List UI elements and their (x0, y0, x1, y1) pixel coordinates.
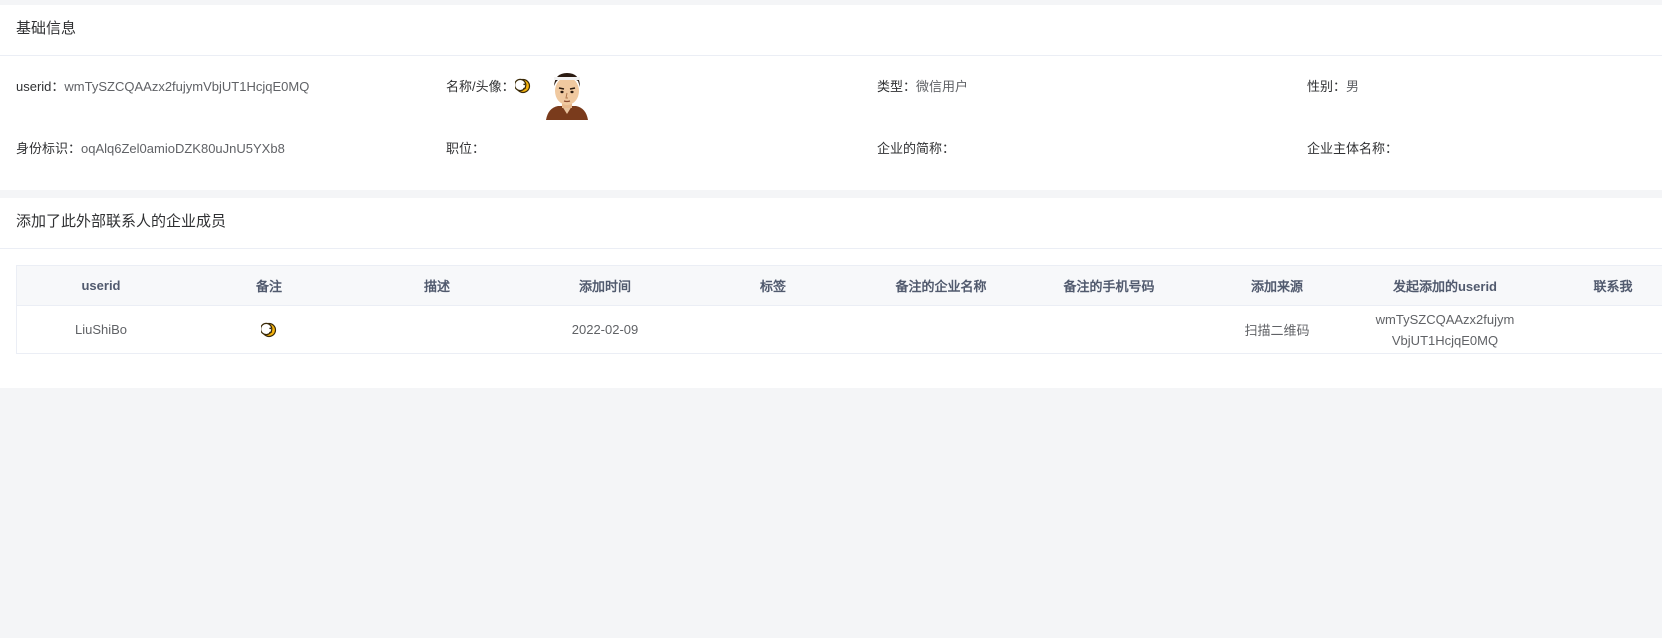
gender-label: 性别： (1307, 79, 1347, 94)
type-value: 微信用户 (916, 79, 969, 94)
position-label: 职位： (446, 141, 486, 156)
column-header-oper-userid[interactable]: 发起添加的userid (1361, 266, 1529, 305)
identity-value: oqAlq6Zel0amioDZK80uJnU5YXb8 (81, 141, 285, 156)
gender-field: 性别：男 (1307, 76, 1359, 95)
type-label: 类型： (877, 79, 917, 94)
basic-info-grid: userid：wmTySZCQAAzx2fujymVbjUT1HcjqE0MQ … (0, 56, 1662, 186)
table-header: userid 备注 描述 添加时间 标签 备注的企业名称 备注的手机号码 添加来… (17, 266, 1662, 306)
position-field: 职位： (446, 138, 485, 157)
crescent-moon-icon (514, 78, 530, 94)
members-title: 添加了此外部联系人的企业成员 (0, 198, 1662, 249)
cell-source: 扫描二维码 (1244, 323, 1310, 338)
userid-value: wmTySZCQAAzx2fujymVbjUT1HcjqE0MQ (64, 79, 310, 94)
column-header-userid[interactable]: userid (17, 266, 185, 305)
column-header-remark-mobile[interactable]: 备注的手机号码 (1025, 266, 1193, 305)
basic-info-title: 基础信息 (0, 5, 1662, 56)
identity-label: 身份标识： (16, 141, 82, 156)
column-header-add-time[interactable]: 添加时间 (521, 266, 689, 305)
cell-remark-mobile (1025, 306, 1193, 353)
basic-info-card: 基础信息 userid：wmTySZCQAAzx2fujymVbjUT1Hcjq… (0, 5, 1662, 190)
identity-field: 身份标识：oqAlq6Zel0amioDZK80uJnU5YXb8 (16, 138, 285, 157)
cell-remark-corp (857, 306, 1025, 353)
gender-value: 男 (1346, 79, 1360, 94)
corp-full-name-label: 企业主体名称： (1307, 141, 1399, 156)
column-header-remark-corp[interactable]: 备注的企业名称 (857, 266, 1025, 305)
column-header-source[interactable]: 添加来源 (1193, 266, 1361, 305)
corp-short-name-field: 企业的简称： (877, 138, 955, 157)
corp-full-name-field: 企业主体名称： (1307, 138, 1398, 157)
cell-oper-userid: wmTySZCQAAzx2fujymVbjUT1HcjqE0MQ (1375, 311, 1515, 348)
cell-remark (185, 306, 353, 353)
type-field: 类型：微信用户 (877, 76, 968, 95)
members-table: userid 备注 描述 添加时间 标签 备注的企业名称 备注的手机号码 添加来… (16, 265, 1662, 354)
members-card: 添加了此外部联系人的企业成员 userid 备注 描述 添加时间 标签 备注的企… (0, 198, 1662, 388)
name-avatar-label: 名称/头像： (446, 79, 515, 94)
column-header-description[interactable]: 描述 (353, 266, 521, 305)
column-header-tags[interactable]: 标签 (689, 266, 857, 305)
cell-description (353, 306, 521, 353)
userid-label: userid： (16, 79, 65, 94)
column-header-remark[interactable]: 备注 (185, 266, 353, 305)
corp-short-name-label: 企业的简称： (877, 141, 956, 156)
crescent-moon-icon (261, 322, 277, 337)
userid-field: userid：wmTySZCQAAzx2fujymVbjUT1HcjqE0MQ (16, 76, 309, 95)
table-row[interactable]: LiuShiBo 2022-02-09 扫描二维码 wmTySZCQAAzx2f… (17, 306, 1662, 353)
column-header-contact-me[interactable]: 联系我 (1529, 266, 1662, 305)
name-avatar-field: 名称/头像： (446, 76, 531, 95)
cell-userid: LiuShiBo (74, 322, 128, 337)
cell-tags (689, 306, 857, 353)
cell-contact-me (1529, 306, 1662, 353)
user-avatar-icon[interactable] (542, 70, 592, 120)
cell-add-time: 2022-02-09 (571, 322, 639, 337)
